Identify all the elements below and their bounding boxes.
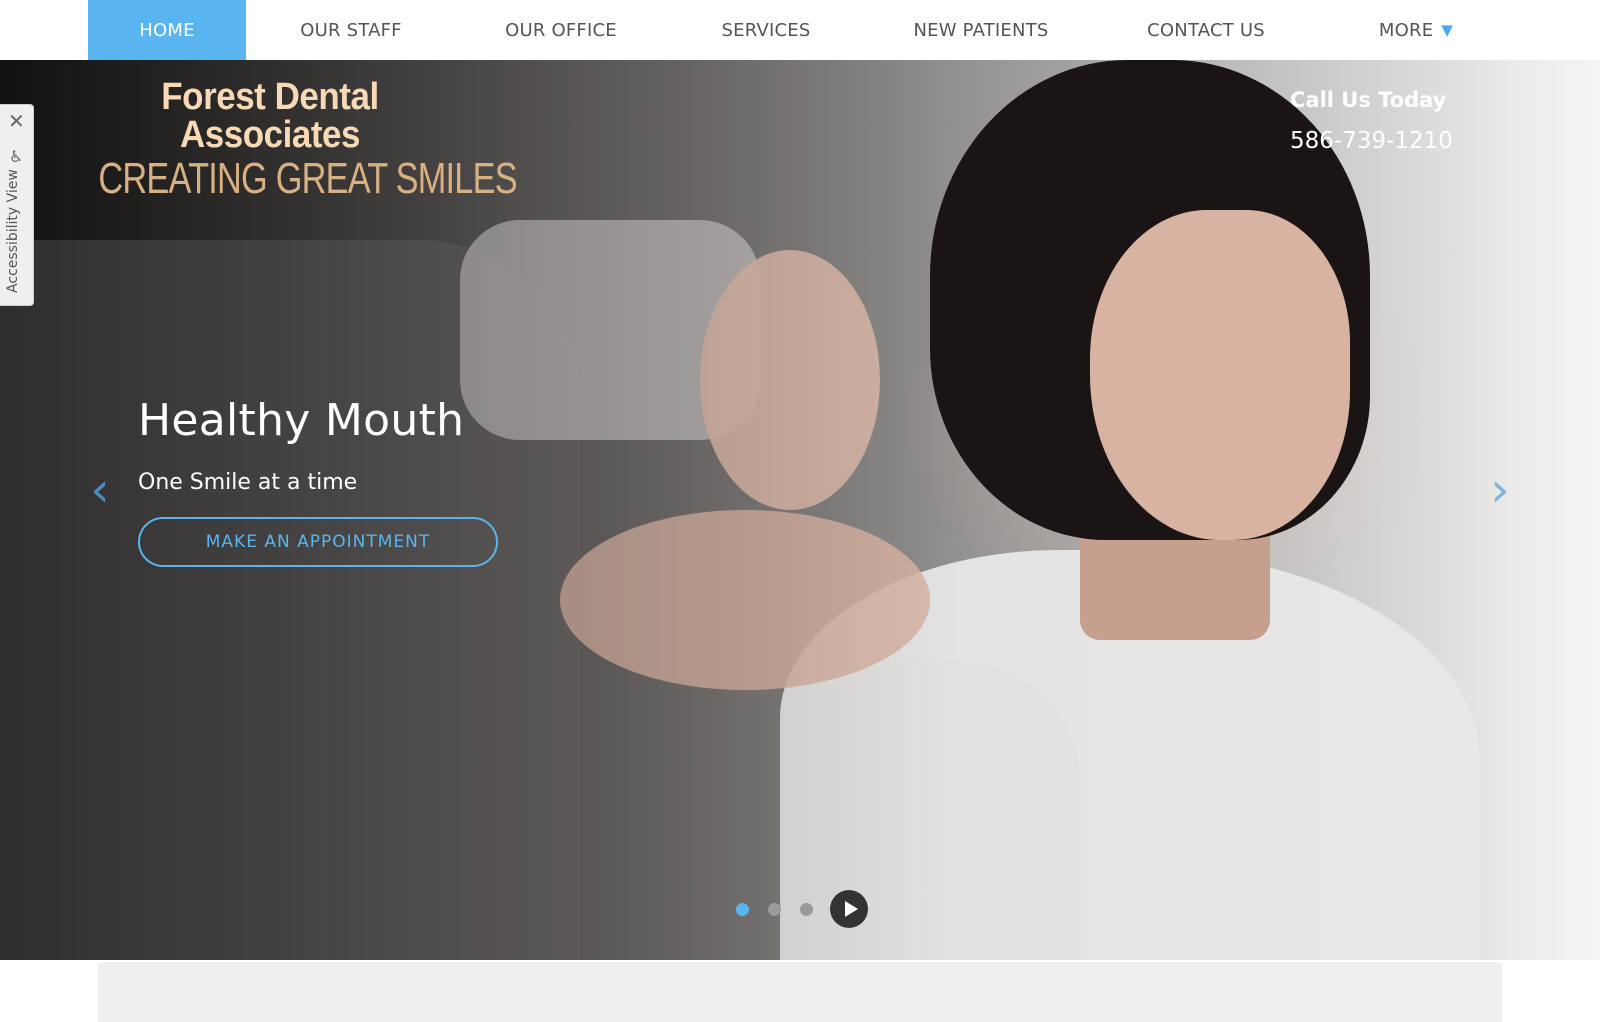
play-icon	[844, 901, 858, 917]
carousel-prev-button[interactable]: ‹	[80, 465, 120, 515]
slide-caption: Healthy Mouth One Smile at a time MAKE A…	[138, 395, 498, 567]
accessibility-view-label: Accessibility View	[5, 169, 21, 293]
close-icon[interactable]: ✕	[8, 111, 25, 131]
call-us-title: Call Us Today	[1290, 88, 1447, 112]
nav-item-services[interactable]: SERVICES	[666, 0, 866, 60]
nav-item-label: SERVICES	[721, 19, 811, 41]
nav-item-more[interactable]: MORE ▼	[1316, 0, 1516, 60]
logo-line-1: Forest Dental	[161, 76, 379, 118]
nav-item-label: OUR OFFICE	[505, 19, 617, 41]
make-appointment-button[interactable]: MAKE AN APPOINTMENT	[138, 517, 498, 567]
carousel-dot-1[interactable]	[736, 902, 749, 916]
nav-item-home[interactable]: HOME	[88, 0, 246, 60]
nav-item-our-office[interactable]: OUR OFFICE	[456, 0, 666, 60]
triangle-down-icon: ▼	[1441, 21, 1454, 39]
carousel-next-button[interactable]: ›	[1480, 465, 1520, 515]
carousel-dot-2[interactable]	[768, 902, 781, 916]
carousel-dots	[736, 890, 868, 928]
nav-list: HOME OUR STAFF OUR OFFICE SERVICES NEW P…	[88, 0, 1518, 60]
chevron-right-icon: ›	[1490, 462, 1510, 518]
carousel-dot-3[interactable]	[800, 902, 813, 916]
chevron-left-icon: ‹	[90, 462, 110, 518]
nav-item-label: CONTACT US	[1147, 19, 1265, 41]
site-logo[interactable]: Forest Dental Associates CREATING GREAT …	[90, 76, 517, 204]
nav-item-label: HOME	[139, 19, 195, 41]
nav-item-label: MORE	[1378, 19, 1434, 41]
call-us-block: Call Us Today 586-739-1210	[1290, 88, 1500, 154]
accessibility-view-tab[interactable]: ✕ ♿ Accessibility View	[0, 104, 34, 306]
slide-title: Healthy Mouth	[138, 395, 465, 446]
nav-item-label: NEW PATIENTS	[913, 19, 1049, 41]
top-navigation: HOME OUR STAFF OUR OFFICE SERVICES NEW P…	[0, 0, 1600, 60]
phone-number-link[interactable]: 586-739-1210	[1290, 128, 1500, 154]
make-appointment-label: MAKE AN APPOINTMENT	[205, 532, 431, 552]
content-card	[98, 962, 1502, 1022]
hero-banner: Forest Dental Associates CREATING GREAT …	[0, 60, 1600, 960]
slide-subtitle: One Smile at a time	[138, 470, 358, 495]
nav-item-label: OUR STAFF	[300, 19, 402, 41]
logo-line-2: Associates	[179, 114, 361, 156]
logo-tagline: CREATING GREAT SMILES	[98, 154, 517, 203]
carousel-play-button[interactable]	[830, 890, 868, 928]
wheelchair-icon: ♿	[9, 147, 24, 166]
nav-item-our-staff[interactable]: OUR STAFF	[246, 0, 456, 60]
nav-item-new-patients[interactable]: NEW PATIENTS	[866, 0, 1096, 60]
nav-item-contact-us[interactable]: CONTACT US	[1096, 0, 1316, 60]
